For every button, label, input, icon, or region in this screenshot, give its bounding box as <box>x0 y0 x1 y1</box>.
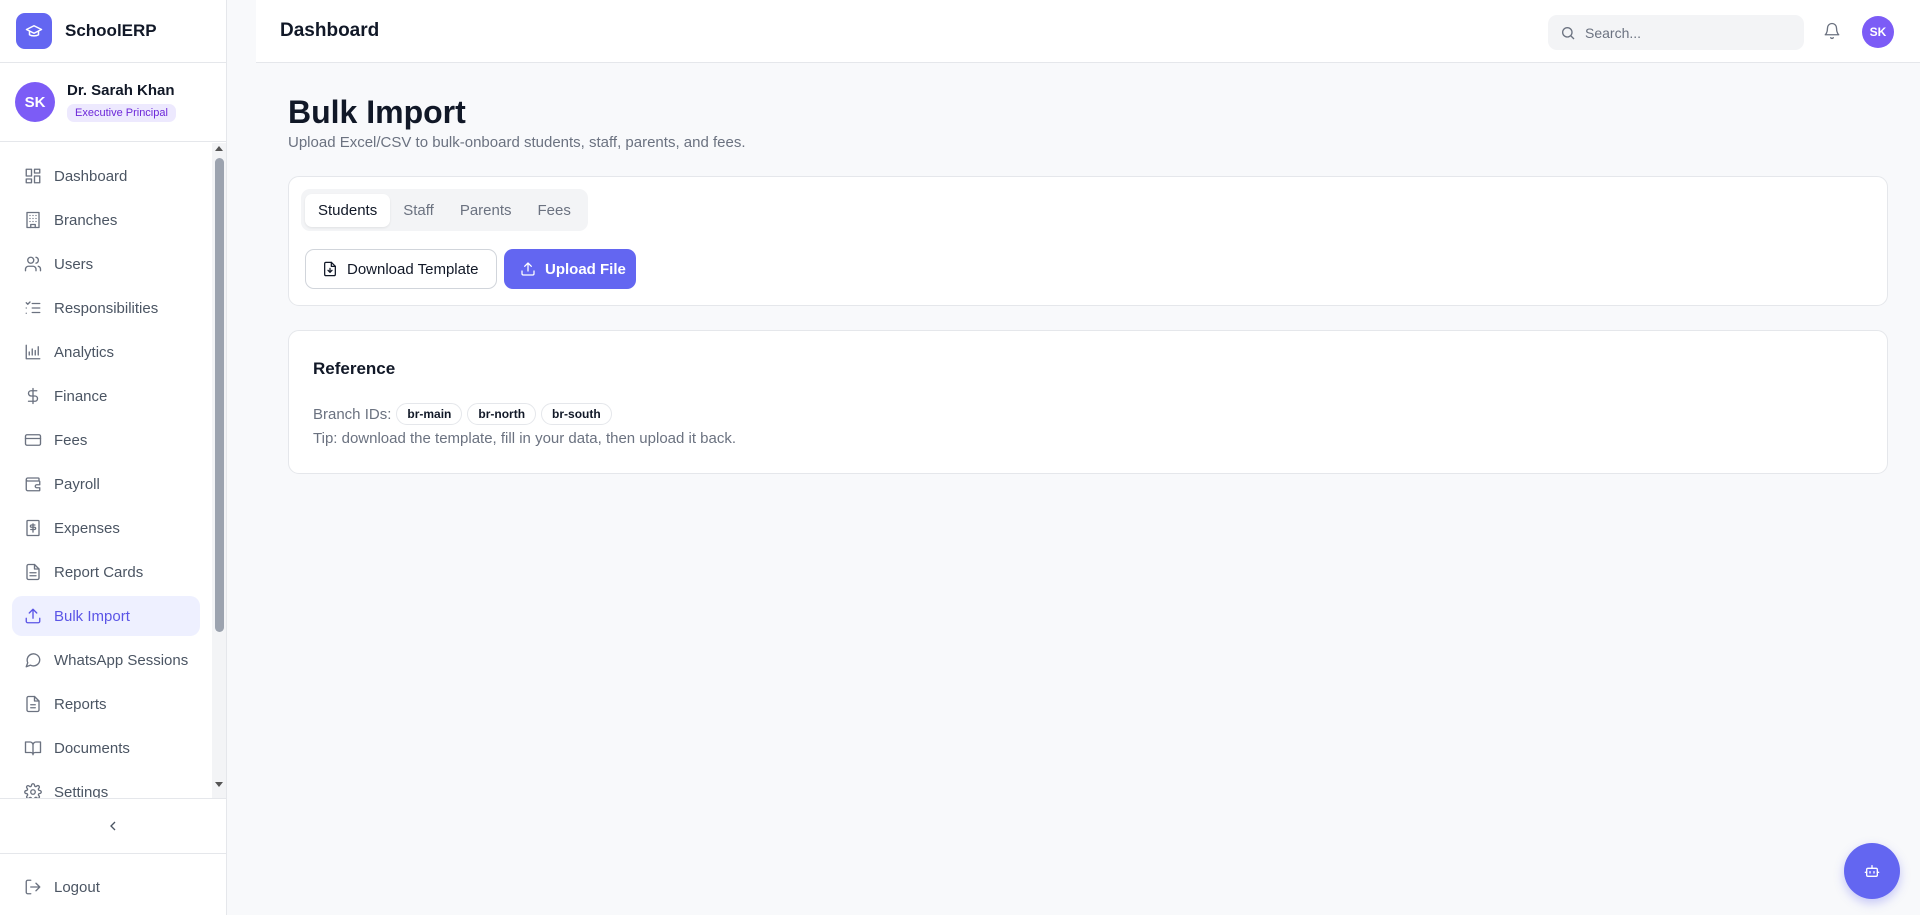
sidebar-item-label: Report Cards <box>54 563 144 581</box>
sidebar-scrollbar[interactable] <box>212 143 226 798</box>
notifications-button[interactable] <box>1823 22 1841 45</box>
sidebar-item-whatsapp-sessions[interactable]: WhatsApp Sessions <box>12 640 200 680</box>
reference-card: Reference Branch IDs: br-main br-north b… <box>288 330 1888 474</box>
receipt-icon <box>26 519 40 537</box>
book-open-icon <box>24 741 42 756</box>
sidebar-item-fees[interactable]: Fees <box>12 420 200 460</box>
sidebar-item-label: Users <box>54 255 94 273</box>
message-circle-icon <box>25 653 41 668</box>
sidebar-item-branches[interactable]: Branches <box>12 200 200 240</box>
sidebar-item-responsibilities[interactable]: Responsibilities <box>12 288 200 328</box>
dollar-icon <box>27 387 39 405</box>
tab-staff[interactable]: Staff <box>390 194 447 227</box>
upload-file-label: Upload File <box>545 260 626 278</box>
sidebar-item-label: Settings <box>54 783 109 799</box>
download-template-label: Download Template <box>347 260 479 278</box>
users-icon <box>24 256 42 272</box>
sidebar-item-finance[interactable]: Finance <box>12 376 200 416</box>
bot-icon <box>1864 865 1880 877</box>
page-subtitle: Upload Excel/CSV to bulk-onboard student… <box>288 134 746 151</box>
sidebar-item-label: Bulk Import <box>54 607 130 625</box>
collapse-sidebar-button[interactable] <box>0 798 226 854</box>
header-avatar[interactable]: SK <box>1862 16 1894 48</box>
branch-id-chip: br-south <box>541 403 612 425</box>
scrollbar-thumb[interactable] <box>215 158 224 632</box>
building-icon <box>26 211 40 229</box>
sidebar-item-label: Analytics <box>54 343 115 361</box>
sidebar: SchoolERP SK Dr. Sarah Khan Executive Pr… <box>0 0 227 915</box>
download-template-button[interactable]: Download Template <box>305 249 497 289</box>
sidebar-item-label: WhatsApp Sessions <box>54 651 189 669</box>
branch-id-chip: br-north <box>467 403 537 425</box>
scroll-down-arrow-icon[interactable] <box>215 782 223 787</box>
sidebar-item-users[interactable]: Users <box>12 244 200 284</box>
sidebar-item-documents[interactable]: Documents <box>12 728 200 768</box>
upload-icon <box>25 608 41 624</box>
wallet-icon <box>25 477 41 492</box>
sidebar-item-label: Responsibilities <box>54 299 159 317</box>
bar-chart-icon <box>25 344 41 360</box>
sidebar-item-analytics[interactable]: Analytics <box>12 332 200 372</box>
credit-card-icon <box>24 434 42 446</box>
graduation-cap-icon[interactable] <box>16 13 52 49</box>
bell-icon <box>1824 22 1840 40</box>
logout-button[interactable]: Logout <box>12 867 100 907</box>
header-title: Dashboard <box>280 20 380 41</box>
sidebar-nav: Dashboard Branches Users Responsibilitie… <box>0 143 212 798</box>
brand: SchoolERP <box>0 0 226 63</box>
import-type-tabs: Students Staff Parents Fees <box>301 189 588 231</box>
user-name: Dr. Sarah Khan <box>67 82 175 99</box>
upload-file-button[interactable]: Upload File <box>504 249 636 289</box>
gear-icon <box>24 783 42 798</box>
scroll-up-arrow-icon[interactable] <box>215 146 223 151</box>
chevron-left-icon <box>110 821 116 831</box>
sidebar-item-label: Dashboard <box>54 167 128 185</box>
list-check-icon <box>25 301 41 314</box>
upload-icon <box>521 262 535 276</box>
sidebar-item-label: Finance <box>54 387 108 405</box>
sidebar-item-bulk-import[interactable]: Bulk Import <box>12 596 200 636</box>
file-text-icon <box>26 563 40 581</box>
tab-fees[interactable]: Fees <box>525 194 584 227</box>
sidebar-item-report-cards[interactable]: Report Cards <box>12 552 200 592</box>
sidebar-item-dashboard[interactable]: Dashboard <box>12 156 200 196</box>
tab-students[interactable]: Students <box>305 193 391 227</box>
chatbot-button[interactable] <box>1844 843 1900 899</box>
sidebar-item-label: Reports <box>54 695 107 713</box>
page-title: Bulk Import <box>288 94 466 130</box>
reference-tip: Tip: download the template, fill in your… <box>313 430 737 447</box>
branch-id-chip: br-main <box>396 403 463 425</box>
logout-label: Logout <box>54 878 100 896</box>
branch-ids-label: Branch IDs: <box>313 405 392 423</box>
sidebar-item-expenses[interactable]: Expenses <box>12 508 200 548</box>
user-profile: SK Dr. Sarah Khan Executive Principal <box>0 63 226 142</box>
import-card: Students Staff Parents Fees Download Tem… <box>288 176 1888 306</box>
avatar[interactable]: SK <box>15 82 55 122</box>
sidebar-item-settings[interactable]: Settings <box>12 772 200 798</box>
branch-ids-row: Branch IDs: br-main br-north br-south <box>313 403 612 425</box>
app-name: SchoolERP <box>65 21 157 40</box>
file-download-icon <box>324 261 336 277</box>
dashboard-icon <box>25 168 41 184</box>
role-badge: Executive Principal <box>67 104 176 122</box>
sidebar-item-label: Expenses <box>54 519 120 537</box>
logout-icon <box>25 879 41 895</box>
reference-title: Reference <box>313 359 396 378</box>
search-input[interactable] <box>1585 24 1785 41</box>
search-box[interactable] <box>1548 15 1804 50</box>
top-header: Dashboard SK <box>256 0 1920 63</box>
sidebar-item-payroll[interactable]: Payroll <box>12 464 200 504</box>
sidebar-item-label: Fees <box>54 431 88 449</box>
file-icon <box>26 695 40 713</box>
search-icon <box>1562 26 1575 39</box>
sidebar-item-reports[interactable]: Reports <box>12 684 200 724</box>
sidebar-item-label: Payroll <box>54 475 100 493</box>
tab-parents[interactable]: Parents <box>447 194 525 227</box>
sidebar-item-label: Branches <box>54 211 118 229</box>
sidebar-item-label: Documents <box>54 739 130 757</box>
